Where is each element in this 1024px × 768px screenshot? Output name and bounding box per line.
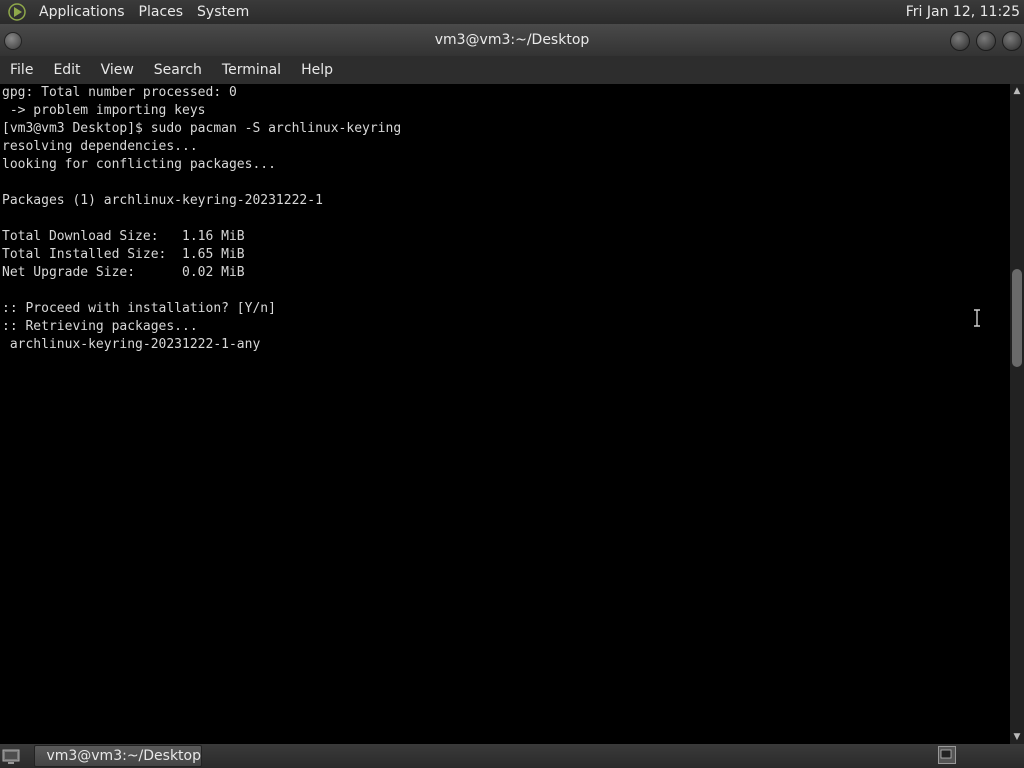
menu-edit[interactable]: Edit [43,56,90,84]
show-desktop-icon[interactable] [2,747,20,765]
close-button[interactable] [1002,31,1022,51]
menu-file[interactable]: File [0,56,43,84]
applications-menu[interactable]: Applications [32,0,132,24]
terminal-line: archlinux-keyring-20231222-1-any [2,337,261,352]
terminal-line: gpg: Total number processed: 0 [2,85,237,100]
menu-view[interactable]: View [91,56,144,84]
menu-terminal[interactable]: Terminal [212,56,291,84]
terminal-line: looking for conflicting packages... [2,157,276,172]
text-cursor-icon [974,309,980,327]
scroll-down-icon[interactable]: ▼ [1010,730,1024,744]
scroll-up-icon[interactable]: ▲ [1010,84,1024,98]
clock[interactable]: Fri Jan 12, 11:25 [906,0,1020,24]
menu-help[interactable]: Help [291,56,343,84]
terminal-line: :: Proceed with installation? [Y/n] [2,301,276,316]
places-menu[interactable]: Places [132,0,191,24]
terminal-line: Total Download Size: 1.16 MiB [2,229,245,244]
scrollbar-thumb[interactable] [1012,269,1022,367]
system-logo-icon[interactable] [6,1,28,23]
minimize-button[interactable] [950,31,970,51]
terminal-line: :: Retrieving packages... [2,319,198,334]
terminal-output[interactable]: gpg: Total number processed: 0 -> proble… [0,84,1010,744]
terminal-line: Net Upgrade Size: 0.02 MiB [2,265,245,280]
window-titlebar[interactable]: vm3@vm3:~/Desktop [0,24,1024,56]
maximize-button[interactable] [976,31,996,51]
workspace-switcher-icon[interactable] [938,746,956,764]
terminal-line: Packages (1) archlinux-keyring-20231222-… [2,193,323,208]
terminal-line: [vm3@vm3 Desktop]$ sudo pacman -S archli… [2,121,402,136]
terminal-line: -> problem importing keys [2,103,206,118]
taskbar-window-label: vm3@vm3:~/Desktop [46,748,201,764]
top-panel: Applications Places System Fri Jan 12, 1… [0,0,1024,24]
menubar: File Edit View Search Terminal Help [0,56,1024,85]
taskbar-window-button[interactable]: vm3@vm3:~/Desktop [34,745,202,767]
terminal-line: resolving dependencies... [2,139,198,154]
system-menu[interactable]: System [190,0,256,24]
bottom-panel: vm3@vm3:~/Desktop [0,744,1024,768]
window-title: vm3@vm3:~/Desktop [434,32,590,48]
vertical-scrollbar[interactable]: ▲ ▼ [1010,84,1024,744]
menu-search[interactable]: Search [144,56,212,84]
terminal-line: Total Installed Size: 1.65 MiB [2,247,245,262]
